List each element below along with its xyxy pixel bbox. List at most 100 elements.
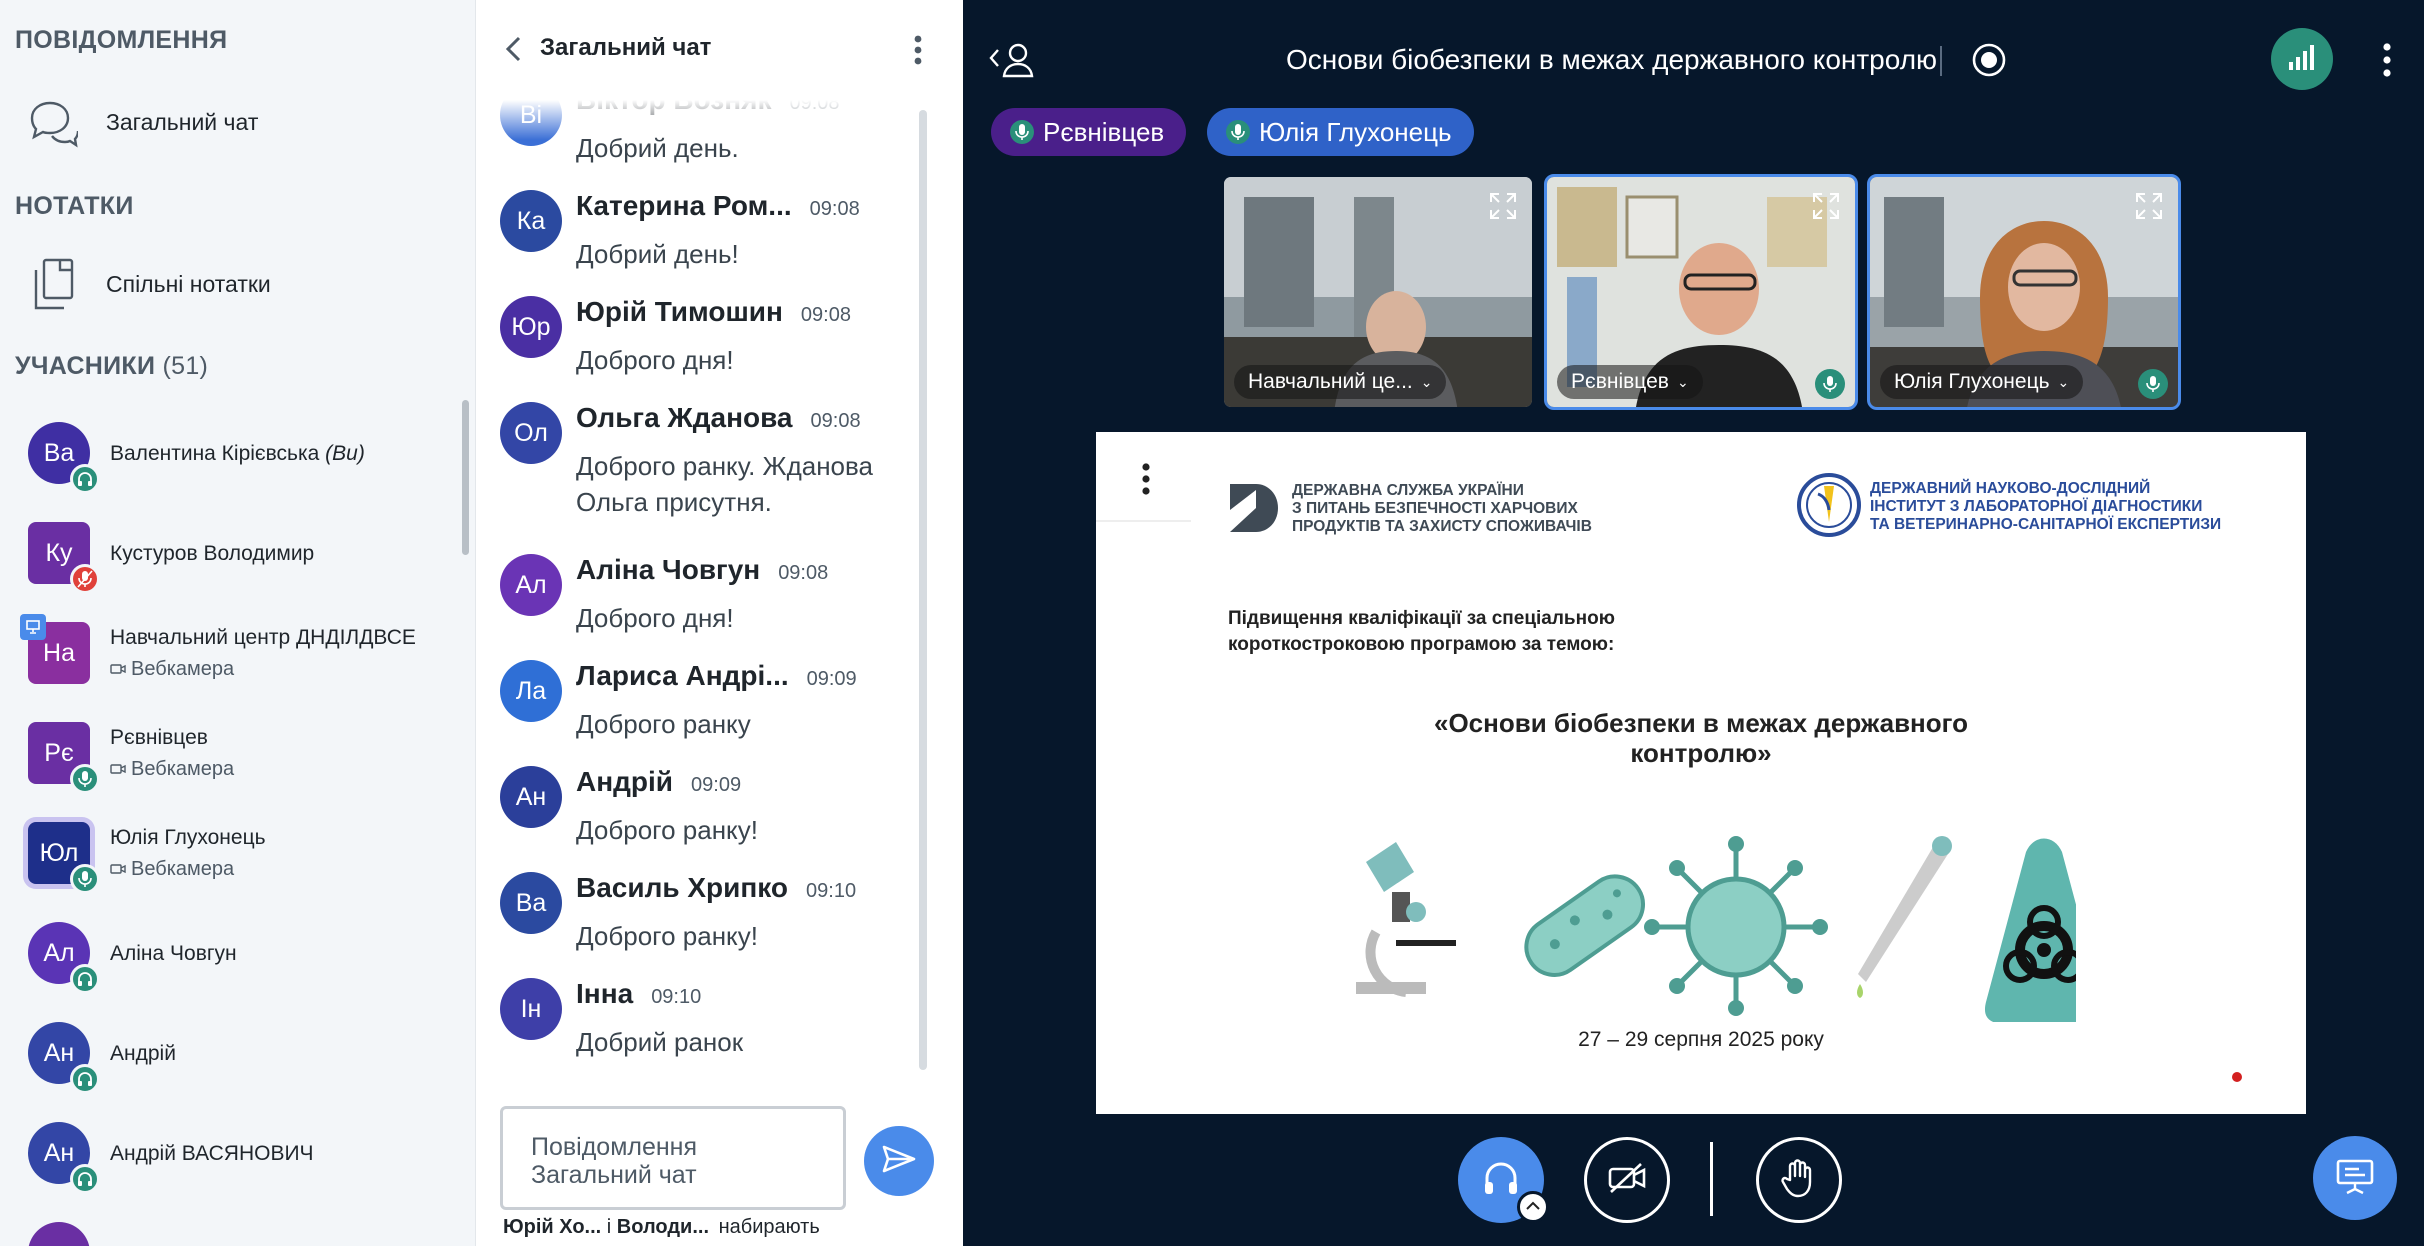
shared-notes-item[interactable]: Спільні нотатки [26, 254, 446, 314]
message-avatar: Ал [500, 554, 562, 616]
participant-item[interactable]: Ан Андрій [26, 1014, 466, 1100]
messages-section-title: ПОВІДОМЛЕННЯ [15, 26, 228, 54]
notes-document-icon [32, 256, 76, 312]
video-tile-2[interactable]: Рєвнівцев ⌄ [1544, 174, 1858, 410]
participant-name: Кустуров Володимир [110, 542, 315, 565]
back-chevron-icon[interactable] [502, 34, 526, 64]
tile-name: Юлія Глухонець [1894, 370, 2050, 393]
slide-options-icon[interactable] [1140, 462, 1152, 496]
camera-icon [110, 858, 126, 881]
raise-hand-button[interactable] [1756, 1137, 1842, 1223]
message-sender: Аліна Човгун 09:08 [576, 554, 829, 585]
connection-status-button[interactable] [2271, 28, 2333, 90]
public-chat-item[interactable]: Загальний чат [26, 92, 446, 152]
participant-item[interactable]: На Навчальний центр ДНДІЛДВСЕ Вебкамера [20, 614, 466, 700]
chat-options-icon[interactable] [913, 34, 923, 66]
typing-and: і [606, 1216, 612, 1238]
audio-options-button[interactable] [1517, 1191, 1549, 1223]
chat-scrollbar[interactable] [919, 110, 927, 1070]
user-list-toggle-icon[interactable] [989, 42, 1037, 78]
message-text: Добрий день! [576, 239, 739, 269]
headphones-icon [1481, 1158, 1521, 1203]
institute-logo [1796, 472, 1862, 538]
participant-item[interactable]: Ва Валентина Кірієвська (Ви) [26, 414, 466, 500]
message-avatar: Ан [500, 766, 562, 828]
talking-indicator-1[interactable]: Рєвнівцев [991, 108, 1187, 156]
message-text: Доброго дня! [576, 345, 734, 375]
talker-name-1: Рєвнівцев [1043, 116, 1165, 147]
mic-muted-icon [70, 564, 100, 594]
slide-divider [1096, 520, 1191, 522]
message-sender: Андрій 09:09 [576, 766, 742, 797]
headphones-icon [70, 964, 100, 994]
participant-webcam-status: Вебкамера [110, 858, 234, 881]
participant-item[interactable]: Юл Юлія Глухонець Вебкамера [26, 814, 466, 900]
participant-name: Валентина Кірієвська (Ви) [110, 442, 365, 465]
presentation-toggle-button[interactable] [2313, 1136, 2397, 1220]
recording-indicator-icon[interactable] [1971, 42, 2007, 78]
slide-intro-text: Підвищення кваліфікації за спеціальною к… [1228, 608, 1615, 655]
chat-panel: Загальний чат Ві Віктор Возняк09:08 Добр… [475, 0, 964, 1246]
biohazard-icon [1985, 838, 2076, 1022]
message-text: Доброго ранку! [576, 921, 758, 951]
message-avatar: Юр [500, 296, 562, 358]
message-time: 09:09 [806, 668, 857, 690]
message-time: 09:08 [778, 562, 829, 584]
sidebar-scrollbar[interactable] [462, 400, 469, 555]
participant-name: Рєвнівцев [110, 726, 208, 749]
message-time: 09:09 [691, 774, 742, 796]
video-tile-3[interactable]: Юлія Глухонець ⌄ [1867, 174, 2181, 410]
message-avatar: Ва [500, 872, 562, 934]
talking-indicator-2[interactable]: Юлія Глухонець [1207, 108, 1474, 156]
participants-count: (51) [162, 352, 209, 380]
participants-title-text: УЧАСНИКИ [15, 352, 156, 380]
chat-message: Ла Лариса Андрі... 09:09 Доброго ранку [500, 660, 920, 766]
meeting-options-icon[interactable] [2381, 42, 2393, 78]
participant-item[interactable]: Ан Андрій ВАСЯНОВИЧ [26, 1114, 466, 1200]
chevron-down-icon: ⌄ [1676, 373, 1689, 390]
slide-course-title: «Основи біобезпеки в межах державного ко… [1433, 708, 1968, 768]
public-chat-label: Загальний чат [106, 108, 259, 135]
meeting-title: Основи біобезпеки в межах державного кон… [1286, 44, 1938, 75]
message-input[interactable]: Повідомлення Загальний чат [500, 1106, 846, 1210]
participant-avatar-partial [28, 1222, 90, 1246]
participants-section-title: УЧАСНИКИ (51) [15, 352, 208, 381]
expand-icon[interactable] [1488, 191, 1518, 221]
microscope-icon [1356, 842, 1456, 997]
typing-indicator: Юрій Хо... і Володи... набирають [503, 1216, 820, 1239]
message-time: 09:08 [800, 304, 851, 326]
message-text: Доброго ранку [576, 709, 751, 739]
message-avatar: Ка [500, 190, 562, 252]
chat-message: Юр Юрій Тимошин 09:08 Доброго дня! [500, 296, 920, 402]
org-right-text: ДЕРЖАВНИЙ НАУКОВО-ДОСЛІДНИЙ ІНСТИТУТ З Л… [1870, 480, 2222, 533]
tile-name: Рєвнівцев [1571, 370, 1669, 393]
bacterium-icon [1524, 874, 1645, 977]
message-sender: Юрій Тимошин 09:08 [576, 296, 851, 327]
pipette-icon [1857, 836, 1952, 998]
participant-item[interactable]: Ку Кустуров Володимир [26, 514, 466, 600]
chat-title: Загальний чат [540, 34, 712, 61]
chat-message: Ол Ольга Жданова 09:08 Доброго ранку. Жда… [500, 402, 920, 517]
message-time: 09:08 [809, 198, 860, 220]
camera-icon [110, 658, 126, 681]
participant-item[interactable]: Рє Рєвнівцев Вебкамера [26, 714, 466, 800]
video-tile-label[interactable]: Юлія Глухонець ⌄ [1880, 365, 2084, 399]
participant-name: Аліна Човгун [110, 942, 237, 965]
participant-item[interactable]: Ал Аліна Човгун [26, 914, 466, 1000]
video-tile-label[interactable]: Навчальний це... ⌄ [1234, 365, 1447, 399]
chat-bubble-icon [26, 98, 80, 148]
message-sender: Катерина Ром... 09:08 [576, 190, 860, 221]
expand-icon[interactable] [2134, 191, 2164, 221]
talker-name-2: Юлія Глухонець [1259, 116, 1452, 147]
participant-webcam-status: Вебкамера [110, 658, 234, 681]
message-sender: Ольга Жданова 09:08 [576, 402, 861, 433]
chat-message: Ін Інна 09:10 Добрий ранок [500, 978, 920, 1070]
send-message-button[interactable] [864, 1126, 934, 1196]
video-tile-label[interactable]: Рєвнівцев ⌄ [1557, 365, 1703, 399]
video-tile-1[interactable]: Навчальний це... ⌄ [1221, 174, 1535, 410]
expand-icon[interactable] [1811, 191, 1841, 221]
mic-icon [1009, 119, 1035, 145]
mic-icon [70, 864, 100, 894]
typing-user-2: Володи... [616, 1216, 710, 1238]
share-webcam-button[interactable] [1584, 1137, 1670, 1223]
